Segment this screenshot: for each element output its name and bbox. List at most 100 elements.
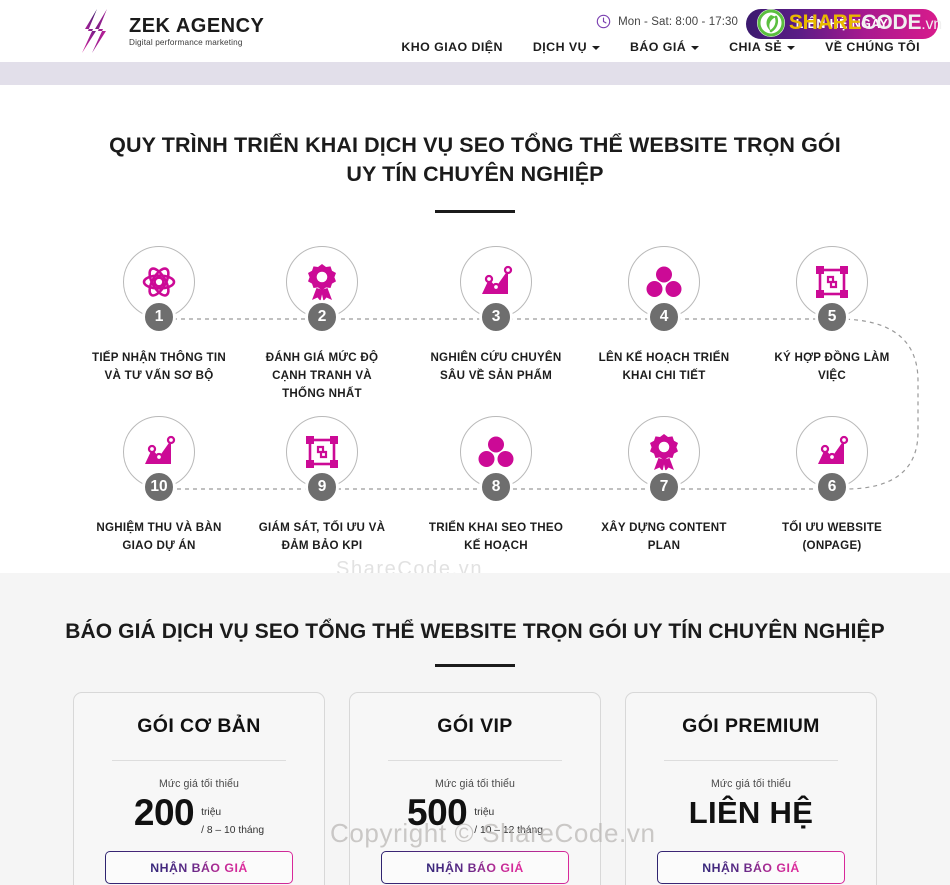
- chevron-down-icon: [691, 46, 700, 50]
- pricing-amount: 200: [133, 792, 195, 833]
- step-circle: 3: [460, 246, 532, 335]
- step-label: KÝ HỢP ĐỒNG LÀM VIỆC: [774, 351, 890, 383]
- step-label: NGHIÊN CỨU CHUYÊN SÂU VỀ SẢN PHẨM: [430, 351, 562, 383]
- step-label: GIÁM SÁT, TỐI ƯU VÀ ĐẢM BẢO KPI: [258, 521, 386, 553]
- pricing-card-premium[interactable]: GÓI PREMIUM Mức giá tối thiểu LIÊN HỆ NH…: [625, 692, 877, 885]
- process-step-10[interactable]: 10 NGHIỆM THU VÀ BÀN GIAO DỰ ÁN: [74, 416, 244, 555]
- pricing-card-note: Mức giá tối thiểu: [158, 778, 240, 790]
- step-label: TIẾP NHẬN THÔNG TIN VÀ TƯ VẤN SƠ BỘ: [91, 351, 226, 383]
- nav-item-kho-giao-dien[interactable]: KHO GIAO DIỆN: [401, 40, 503, 54]
- chevron-down-icon: [787, 46, 796, 50]
- process-title: QUY TRÌNH TRIỂN KHAI DỊCH VỤ SEO TỔNG TH…: [0, 85, 950, 188]
- business-hours-text: Mon - Sat: 8:00 - 17:30: [618, 15, 738, 28]
- process-title-underline: [435, 210, 515, 214]
- nav-label: CHIA SẺ: [729, 40, 783, 54]
- business-hours: Mon - Sat: 8:00 - 17:30: [596, 14, 738, 29]
- nav-label: VỀ CHÚNG TÔI: [825, 40, 920, 54]
- process-step-6[interactable]: 6 TỐI ƯU WEBSITE (ONPAGE): [747, 416, 917, 555]
- pricing-card-price: 200 triệu / 8 – 10 tháng: [96, 792, 302, 838]
- logo-tagline: Digital performance marketing: [129, 38, 243, 48]
- clock-icon: [596, 14, 611, 29]
- pricing-card-name: GÓI VIP: [437, 715, 513, 737]
- process-step-8[interactable]: 8 TRIỂN KHAI SEO THEO KẾ HOẠCH: [411, 416, 581, 555]
- get-quote-button-vip[interactable]: NHẬN BÁO GIÁ: [381, 851, 569, 884]
- pricing-card-price: 500 triệu / 10 – 12 tháng: [372, 793, 578, 838]
- nav-item-chia-se[interactable]: CHIA SẺ: [729, 40, 796, 54]
- process-step-3[interactable]: 3 NGHIÊN CỨU CHUYÊN SÂU VỀ SẢN PHẨM: [411, 246, 581, 385]
- pricing-card-price: LIÊN HỆ: [648, 794, 854, 838]
- process-section: QUY TRÌNH TRIỂN KHAI DỊCH VỤ SEO TỔNG TH…: [0, 85, 950, 573]
- step-circle: 8: [460, 416, 532, 505]
- process-step-2[interactable]: 2 ĐÁNH GIÁ MỨC ĐỘ CẠNH TRANH VÀ THỐNG NH…: [237, 246, 407, 403]
- logo-title: ZEK AGENCY: [129, 15, 265, 38]
- pricing-card-note: Mức giá tối thiểu: [434, 778, 516, 790]
- cluster-icon: [646, 266, 682, 298]
- pricing-term: / 8 – 10 tháng: [201, 825, 265, 836]
- nav-item-bao-gia[interactable]: BÁO GIÁ: [629, 40, 700, 54]
- pricing-card-vip[interactable]: GÓI VIP Mức giá tối thiểu 500 triệu / 10…: [349, 692, 601, 885]
- pricing-card-basic[interactable]: GÓI CƠ BẢN Mức giá tối thiểu 200 triệu /…: [73, 692, 325, 885]
- step-number-badge: 4: [647, 300, 681, 335]
- cluster-icon: [478, 436, 514, 468]
- get-quote-label: NHẬN BÁO GIÁ: [150, 860, 248, 875]
- step-label: TRIỂN KHAI SEO THEO KẾ HOẠCH: [428, 521, 564, 553]
- nav-item-ve-chung-toi[interactable]: VỀ CHÚNG TÔI: [825, 40, 920, 54]
- step-number-badge: 8: [479, 470, 513, 505]
- process-step-5[interactable]: 5 KÝ HỢP ĐỒNG LÀM VIỆC: [747, 246, 917, 385]
- step-label: LÊN KẾ HOẠCH TRIỂN KHAI CHI TIẾT: [598, 351, 730, 383]
- chevron-down-icon: [591, 46, 600, 50]
- get-quote-label: NHẬN BÁO GIÁ: [426, 860, 524, 875]
- pricing-unit: triệu: [474, 807, 495, 818]
- pricing-cards: GÓI CƠ BẢN Mức giá tối thiểu 200 triệu /…: [0, 692, 950, 885]
- pricing-card-name: GÓI PREMIUM: [682, 715, 820, 737]
- step-circle: 10: [123, 416, 195, 505]
- pricing-term: / 10 – 12 tháng: [474, 825, 543, 836]
- process-step-4[interactable]: 4 LÊN KẾ HOẠCH TRIỂN KHAI CHI TIẾT: [579, 246, 749, 385]
- step-label: XÂY DỰNG CONTENT PLAN: [601, 521, 727, 553]
- get-quote-button-basic[interactable]: NHẬN BÁO GIÁ: [105, 851, 293, 884]
- nav-label: KHO GIAO DIỆN: [401, 40, 503, 54]
- chart-icon: [818, 436, 849, 465]
- zek-lightning-logo-icon: [82, 9, 107, 53]
- pricing-card-divider: [388, 760, 562, 761]
- nav-label: DỊCH VỤ: [532, 40, 587, 54]
- get-quote-button-premium[interactable]: NHẬN BÁO GIÁ: [657, 851, 845, 884]
- process-step-7[interactable]: 7 XÂY DỰNG CONTENT PLAN: [579, 416, 749, 555]
- step-circle: 7: [628, 416, 700, 505]
- step-number-badge: 6: [815, 470, 849, 505]
- step-number-badge: 7: [647, 470, 681, 505]
- chart-icon: [482, 266, 513, 295]
- process-steps: 1 TIẾP NHẬN THÔNG TIN VÀ TƯ VẤN SƠ BỘ 2: [0, 236, 950, 566]
- pricing-unit-group: triệu / 10 – 12 tháng: [474, 794, 543, 838]
- award-icon: [308, 264, 336, 302]
- step-number-badge: 3: [479, 300, 513, 335]
- pricing-card-name: GÓI CƠ BẢN: [137, 715, 261, 737]
- step-circle: 1: [123, 246, 195, 335]
- pricing-section: BÁO GIÁ DỊCH VỤ SEO TỔNG THỂ WEBSITE TRỌ…: [0, 573, 950, 885]
- get-quote-label: NHẬN BÁO GIÁ: [702, 860, 800, 875]
- step-label: TỐI ƯU WEBSITE (ONPAGE): [781, 521, 883, 553]
- site-logo[interactable]: ZEK AGENCY Digital performance marketing: [76, 7, 264, 55]
- step-label: ĐÁNH GIÁ MỨC ĐỘ CẠNH TRANH VÀ THỐNG NHẤT: [265, 351, 379, 401]
- step-number-badge: 2: [305, 300, 339, 335]
- process-title-line2: UY TÍN CHUYÊN NGHIỆP: [346, 161, 604, 186]
- frame-icon: [816, 266, 848, 299]
- process-title-line1: QUY TRÌNH TRIỂN KHAI DỊCH VỤ SEO TỔNG TH…: [109, 133, 841, 157]
- pricing-card-divider: [112, 760, 286, 761]
- step-circle: 2: [286, 246, 358, 335]
- pricing-amount: LIÊN HỆ: [688, 795, 814, 830]
- pricing-unit-group: triệu / 8 – 10 tháng: [201, 794, 264, 838]
- main-navigation: KHO GIAO DIỆN DỊCH VỤ BÁO GIÁ CHIA SẺ VỀ…: [401, 40, 920, 54]
- site-header: ZEK AGENCY Digital performance marketing…: [0, 0, 950, 62]
- step-circle: 5: [796, 246, 868, 335]
- pricing-title: BÁO GIÁ DỊCH VỤ SEO TỔNG THỂ WEBSITE TRỌ…: [65, 620, 885, 643]
- contact-cta-button[interactable]: LIÊN HỆ NGAY: [746, 9, 938, 39]
- nav-label: BÁO GIÁ: [629, 40, 687, 54]
- nav-item-dich-vu[interactable]: DỊCH VỤ: [533, 40, 600, 54]
- chart-icon: [145, 436, 176, 465]
- step-circle: 4: [628, 246, 700, 335]
- process-step-1[interactable]: 1 TIẾP NHẬN THÔNG TIN VÀ TƯ VẤN SƠ BỘ: [74, 246, 244, 385]
- pricing-card-divider: [664, 760, 838, 761]
- step-circle: 6: [796, 416, 868, 505]
- process-step-9[interactable]: 9 GIÁM SÁT, TỐI ƯU VÀ ĐẢM BẢO KPI: [237, 416, 407, 555]
